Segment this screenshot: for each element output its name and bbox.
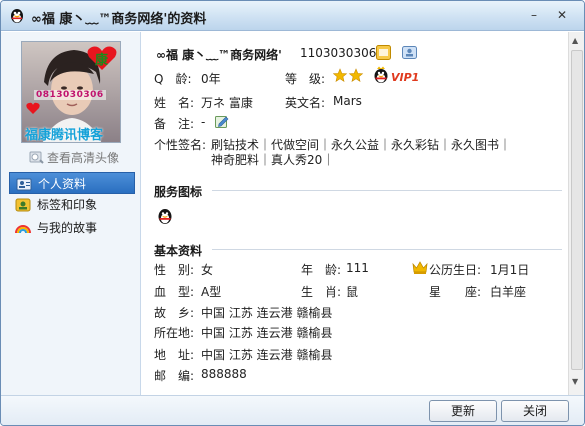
tag-icon	[15, 198, 31, 212]
zip-value: 888888	[201, 367, 247, 381]
signature-label: 个性签名:	[154, 138, 207, 152]
scroll-down-arrow-icon[interactable]: ▼	[572, 377, 578, 386]
refresh-button[interactable]: 更新	[429, 400, 497, 422]
constellation-value: 白羊座	[490, 285, 527, 299]
birthday-value: 1月1日	[490, 263, 530, 277]
gender-value: 女	[201, 263, 214, 277]
age-label: 年 龄:	[301, 263, 342, 277]
qq-number: 1103030306	[300, 46, 377, 60]
name-label: 姓 名:	[154, 96, 195, 110]
contact-card-icon[interactable]	[402, 45, 417, 60]
basic-info-title: 基本资料	[154, 244, 203, 258]
vertical-scrollbar[interactable]: ▲ ▼	[568, 32, 584, 395]
crown-icon	[412, 260, 428, 275]
level-stars[interactable]	[332, 68, 365, 84]
profile-window: ∞福 康丶﹏™商务网络'的资料 – ✕ 康 0813030306 福康腾讯博客 …	[0, 0, 585, 426]
english-name-label: 英文名:	[285, 96, 326, 110]
penguin-icon	[158, 209, 172, 224]
zip-label: 邮 编:	[154, 369, 195, 383]
location-value: 中国 江苏 连云港 赣榆县	[201, 326, 333, 340]
section-divider	[212, 190, 562, 191]
close-button[interactable]: 关闭	[501, 400, 569, 422]
signature-line-2: 神奇肥料｜真人秀20｜	[211, 153, 335, 167]
heart-icon	[26, 102, 40, 114]
zodiac-label: 生 肖:	[301, 285, 342, 299]
avatar[interactable]: 康 0813030306 福康腾讯博客	[21, 41, 121, 143]
level-label: 等 级:	[285, 72, 326, 86]
nav-tags-impressions[interactable]: 标签和印象	[9, 194, 135, 216]
zodiac-value: 鼠	[346, 285, 359, 299]
english-name-value: Mars	[333, 94, 362, 108]
magnifier-photo-icon	[29, 151, 44, 164]
avatar-id-text: 0813030306	[34, 90, 106, 100]
qq-penguin-icon	[11, 9, 23, 23]
avatar-caption: 福康腾讯博客	[25, 128, 104, 143]
window-title: ∞福 康丶﹏™商务网络'的资料	[31, 12, 207, 27]
birthday-label: 公历生日:	[429, 263, 482, 277]
blood-type-value: A型	[201, 285, 222, 299]
close-window-button[interactable]: ✕	[553, 7, 571, 23]
star-icon	[332, 68, 364, 82]
nav-label: 与我的故事	[37, 221, 98, 235]
address-label: 地 址:	[154, 348, 195, 362]
q-age-value: 0年	[201, 72, 221, 86]
avatar-badge-text: 康	[95, 53, 109, 68]
hd-avatar-label: 查看高清头像	[47, 151, 120, 165]
rainbow-icon	[15, 225, 31, 234]
gender-label: 性 别:	[154, 263, 195, 277]
service-qq-icon[interactable]	[156, 207, 174, 225]
nickname: ∞福 康丶﹏™商务网络'	[156, 48, 282, 62]
avatar-heart-badge: 康	[86, 44, 118, 72]
scroll-up-arrow-icon[interactable]: ▲	[572, 36, 578, 45]
constellation-label: 星 座:	[429, 285, 482, 299]
service-icons-title: 服务图标	[154, 185, 203, 199]
hometown-label: 故 乡:	[154, 306, 195, 320]
name-value: 万ネ 富康	[201, 96, 253, 110]
profile-content: ∞福 康丶﹏™商务网络' 1103030306 Q 龄: 0年 等 级: VIP…	[142, 32, 568, 395]
footer-bar: 更新 关闭	[1, 395, 584, 425]
user-card-icon	[16, 178, 32, 191]
vip-penguin-icon[interactable]	[372, 66, 390, 84]
card-icon	[402, 46, 417, 59]
remark-label: 备 注:	[154, 117, 195, 131]
edit-remark-button[interactable]	[215, 115, 230, 129]
scrollbar-thumb[interactable]	[571, 50, 583, 370]
sidebar: 康 0813030306 福康腾讯博客 查看高清头像 个人资料 标签和印象 与我…	[1, 32, 141, 425]
nav-label: 标签和印象	[37, 198, 98, 212]
hometown-value: 中国 江苏 连云港 赣榆县	[201, 306, 333, 320]
address-value: 中国 江苏 连云港 赣榆县	[201, 348, 333, 362]
badge-icon	[376, 45, 391, 60]
nav-stories-with-me[interactable]: 与我的故事	[9, 217, 135, 239]
blood-type-label: 血 型:	[154, 285, 195, 299]
nav-personal-info[interactable]: 个人资料	[9, 172, 135, 194]
vip-level-text: VIP1	[391, 71, 420, 84]
q-age-label: Q 龄:	[154, 72, 192, 86]
remark-value: -	[201, 115, 206, 129]
qq-mall-icon[interactable]	[376, 45, 391, 60]
hd-avatar-link[interactable]: 查看高清头像	[29, 149, 119, 166]
section-divider	[212, 249, 562, 250]
edit-icon	[215, 116, 229, 128]
crown-icon	[412, 261, 428, 274]
age-value: 111	[346, 261, 369, 275]
title-bar[interactable]: ∞福 康丶﹏™商务网络'的资料 – ✕	[1, 1, 584, 31]
penguin-icon	[374, 66, 388, 83]
nav-label: 个人资料	[38, 177, 87, 191]
location-label: 所在地:	[154, 326, 195, 340]
minimize-button[interactable]: –	[525, 7, 543, 23]
